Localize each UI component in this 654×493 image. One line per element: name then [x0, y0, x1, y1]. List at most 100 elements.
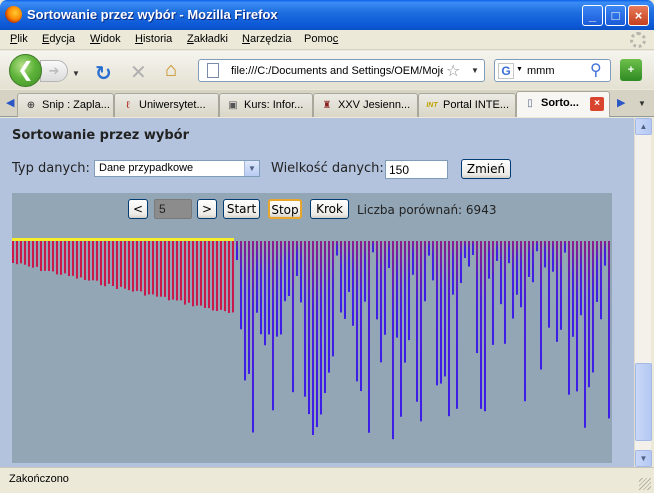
history-dropdown-icon[interactable]: ▼ [72, 69, 80, 78]
menu-help[interactable]: Pomoc [304, 33, 338, 45]
minimize-button[interactable]: _ [582, 5, 603, 26]
unsorted-bar [276, 241, 278, 337]
unsorted-bar [572, 241, 574, 337]
scrollbar-thumb[interactable] [635, 363, 652, 441]
change-button[interactable]: Zmień [461, 159, 511, 179]
unsorted-bar [520, 241, 522, 308]
menu-history[interactable]: Historia [135, 33, 172, 45]
scroll-up-button[interactable]: ▲ [635, 118, 652, 135]
unsorted-bar [504, 241, 506, 344]
tab-1[interactable]: ⊕ Snip : Zapla... [17, 93, 114, 117]
unsorted-bar [496, 241, 498, 261]
data-type-select[interactable]: Dane przypadkowe ▼ [94, 160, 260, 177]
unsorted-bar [436, 241, 438, 386]
url-bar[interactable]: file:///C:/Documents and Settings/OEM/Mo… [198, 59, 485, 82]
unsorted-bar [328, 241, 330, 373]
sorted-bar [104, 241, 106, 287]
back-button[interactable]: ❮ [9, 54, 42, 87]
sorted-bar [232, 241, 234, 313]
stop-loading-icon[interactable]: ✕ [130, 60, 147, 85]
unsorted-bar [332, 241, 334, 357]
throbber-icon [630, 32, 646, 48]
unsorted-bar [576, 241, 578, 392]
unsorted-bar [420, 241, 422, 422]
unsorted-bar [352, 241, 354, 326]
sorted-bar [80, 241, 82, 278]
unsorted-bar [264, 241, 266, 346]
unsorted-bar [312, 241, 314, 435]
vertical-scrollbar[interactable]: ▲ ▼ [634, 118, 652, 467]
prev-speed-button[interactable]: < [128, 199, 148, 219]
sorted-bar [16, 241, 18, 265]
url-text[interactable]: file:///C:/Documents and Settings/OEM/Mo… [231, 65, 443, 77]
close-window-button[interactable]: × [628, 5, 649, 26]
tab-5[interactable]: INT Portal INTE... [418, 93, 516, 117]
menu-edit[interactable]: Edycja [42, 33, 75, 45]
menu-tools[interactable]: Narzędzia [242, 33, 292, 45]
sorted-bar [24, 241, 26, 265]
bookmark-star-icon[interactable]: ☆ [446, 61, 460, 81]
step-speed-input[interactable]: 5 [154, 199, 192, 219]
step-button[interactable]: Krok [310, 199, 349, 219]
back-arrow-icon: ❮ [17, 59, 34, 81]
unsorted-bar [432, 241, 434, 281]
url-dropdown-icon[interactable]: ▼ [471, 66, 479, 75]
sorted-bar [112, 241, 114, 286]
search-bar[interactable]: G ▼ mmm ⚲ [494, 59, 611, 82]
unsorted-bar [292, 241, 294, 393]
sorted-bar [200, 241, 202, 306]
resize-grip-icon[interactable] [639, 478, 651, 490]
unsorted-bar [336, 241, 338, 256]
scroll-down-button[interactable]: ▼ [635, 450, 652, 467]
reload-icon[interactable]: ↻ [95, 61, 112, 86]
unsorted-bar [564, 241, 566, 253]
tab-scroll-right-icon[interactable]: ▶ [617, 96, 625, 109]
home-icon[interactable]: ⌂ [165, 59, 177, 82]
tab-2[interactable]: ℓ Uniwersytet... [114, 93, 219, 117]
page-icon [207, 63, 219, 78]
stop-button[interactable]: Stop [268, 199, 302, 219]
university-logo-icon: ℓ [126, 100, 130, 111]
sorted-bar [132, 241, 134, 292]
maximize-button[interactable]: □ [605, 5, 626, 26]
start-button[interactable]: Start [223, 199, 260, 219]
unsorted-bar [452, 241, 454, 295]
forward-button[interactable]: ➔ [40, 60, 68, 82]
tab-list-dropdown-icon[interactable]: ▼ [638, 99, 646, 108]
sorted-bar [128, 241, 130, 291]
search-icon[interactable]: ⚲ [590, 60, 602, 80]
menu-bookmarks[interactable]: Zakładki [187, 33, 228, 45]
page-content: Sortowanie przez wybór Typ danych: Dane … [0, 118, 634, 467]
search-engine-icon[interactable]: G [498, 63, 514, 79]
search-input[interactable]: mmm [527, 65, 555, 77]
sorted-bar [72, 241, 74, 276]
search-engine-dropdown-icon[interactable]: ▼ [516, 66, 523, 73]
unsorted-bar [268, 241, 270, 335]
page-icon: ▯ [527, 98, 533, 109]
tab-6[interactable]: ▯ Sorto... × [516, 91, 610, 117]
sorted-bar [144, 241, 146, 296]
unsorted-bar [584, 241, 586, 428]
close-tab-icon[interactable]: × [590, 97, 604, 111]
sorted-bar [220, 241, 222, 310]
unsorted-bar [340, 241, 342, 313]
data-size-input[interactable]: 150 [385, 160, 448, 179]
sorted-bar [168, 241, 170, 301]
menu-file[interactable]: Plik [10, 33, 28, 45]
menu-bar: Plik Edycja Widok Historia Zakładki Narz… [0, 30, 654, 50]
unsorted-bar [252, 241, 254, 433]
chevron-down-icon[interactable]: ▼ [244, 161, 259, 176]
unsorted-bar [284, 241, 286, 302]
unsorted-bar [556, 241, 558, 342]
tab-3[interactable]: ▣ Kurs: Infor... [219, 93, 313, 117]
addon-icon[interactable]: + [620, 59, 642, 81]
sorted-bar [212, 241, 214, 311]
tab-scroll-left-icon[interactable]: ◀ [6, 96, 14, 109]
menu-view[interactable]: Widok [90, 33, 121, 45]
sorted-bar [148, 241, 150, 295]
next-speed-button[interactable]: > [197, 199, 217, 219]
unsorted-bar [600, 241, 602, 320]
unsorted-bar [492, 241, 494, 345]
tab-4[interactable]: ♜ XXV Jesienn... [313, 93, 418, 117]
unsorted-bar [324, 241, 326, 394]
